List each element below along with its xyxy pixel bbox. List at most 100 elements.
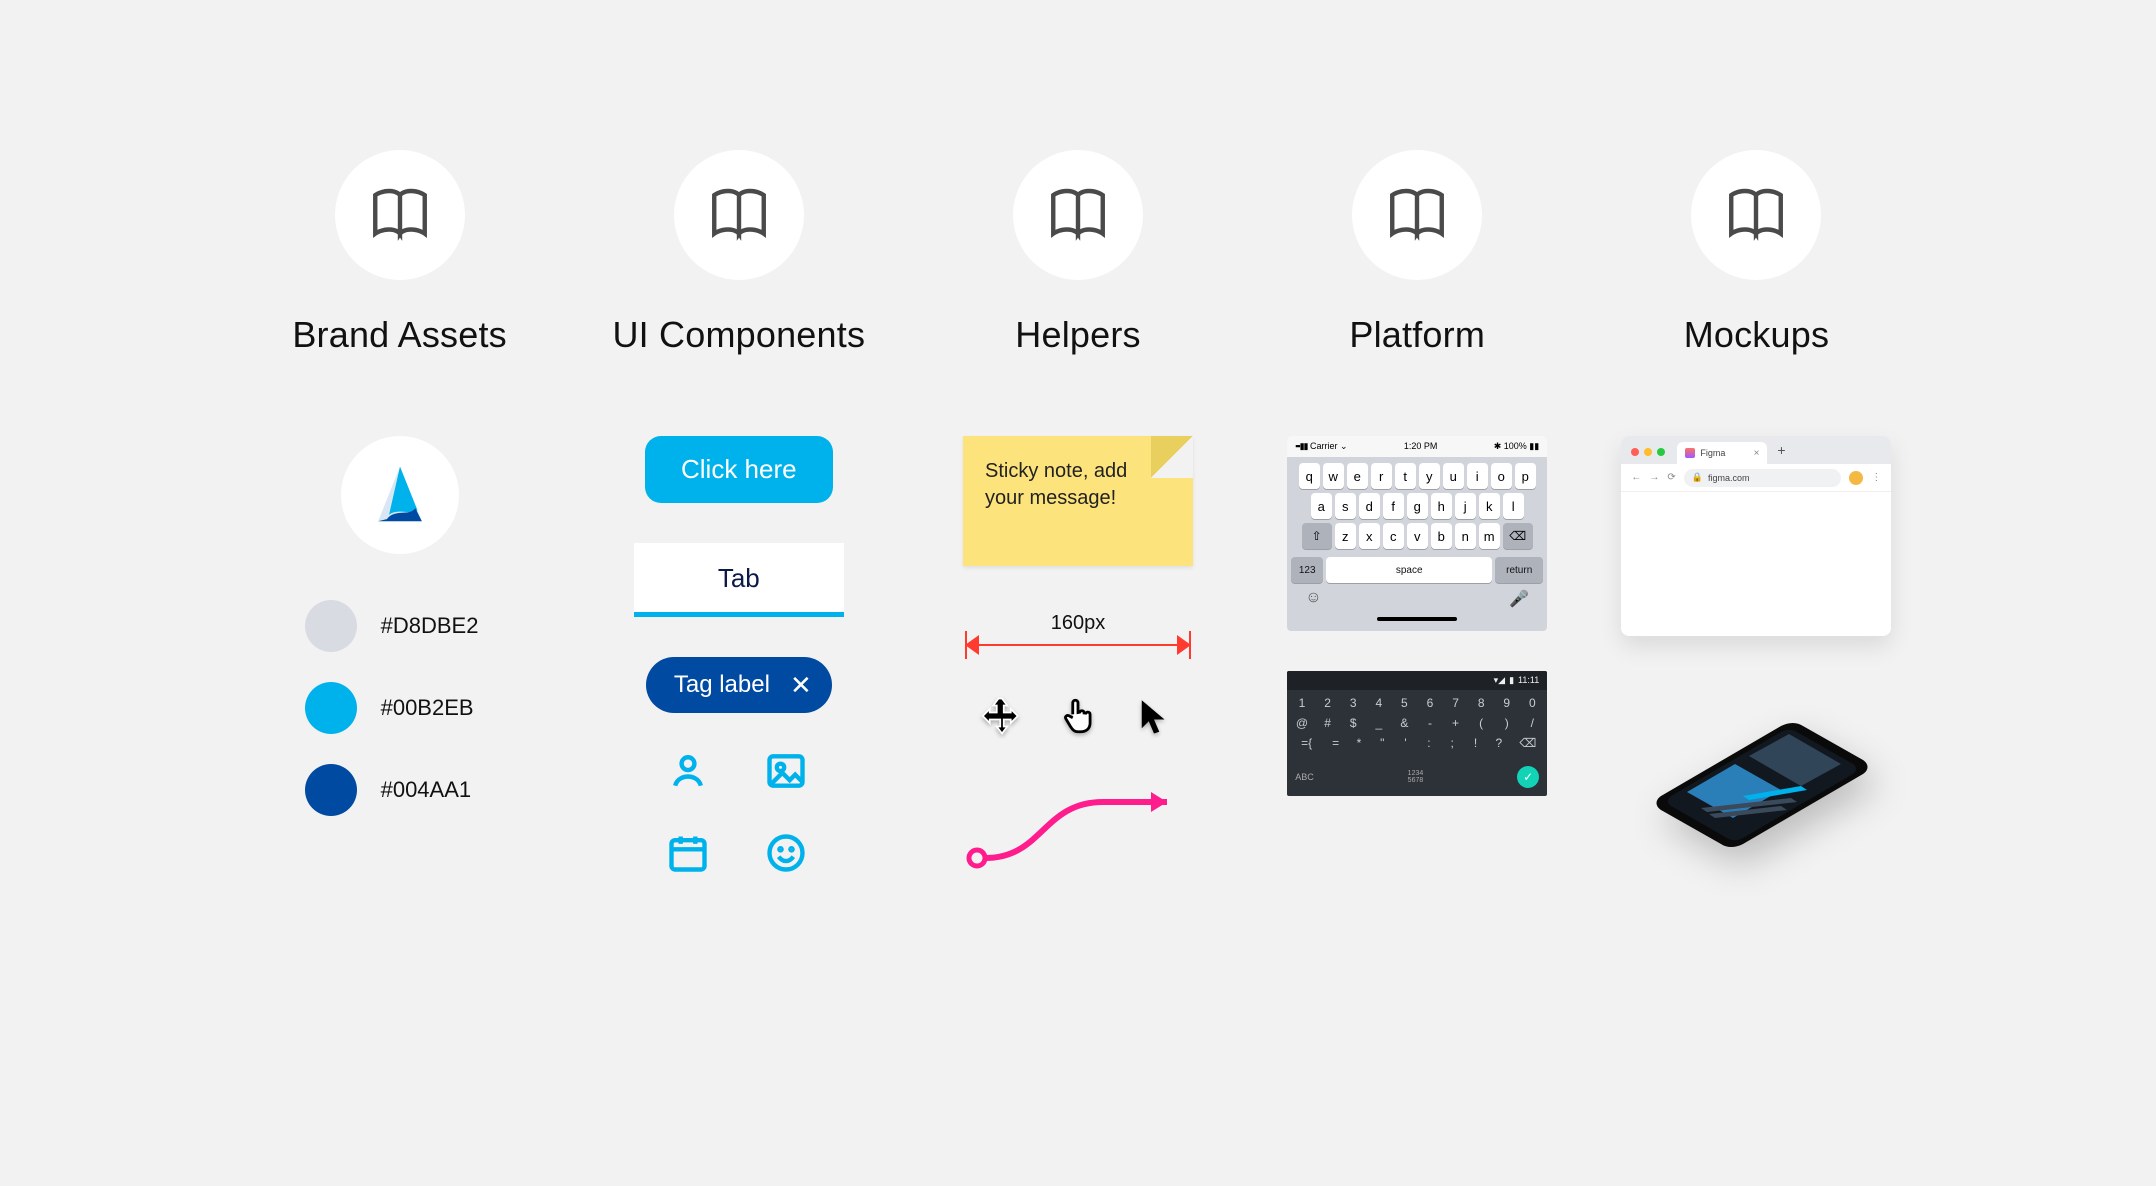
browser-mockup[interactable]: Figma × + ← → ⟳ 🔒 figma.com bbox=[1621, 436, 1891, 636]
keyboard-key[interactable]: a bbox=[1311, 493, 1332, 519]
sticky-note[interactable]: Sticky note, add your message! bbox=[963, 436, 1193, 566]
tab[interactable]: Tab bbox=[634, 543, 844, 617]
keyboard-key[interactable]: ! bbox=[1468, 736, 1483, 750]
numbers-key[interactable]: 123 bbox=[1291, 557, 1323, 583]
minimize-window-icon[interactable] bbox=[1644, 448, 1652, 456]
shift-key[interactable]: ⇧ bbox=[1302, 523, 1332, 549]
browser-tab[interactable]: Figma × bbox=[1677, 442, 1767, 464]
emoji-key[interactable]: ☺ bbox=[1305, 589, 1321, 609]
color-swatch[interactable] bbox=[305, 600, 357, 652]
keyboard-key[interactable]: 5 bbox=[1396, 696, 1414, 710]
reload-icon[interactable]: ⟳ bbox=[1667, 472, 1675, 483]
address-bar[interactable]: 🔒 figma.com bbox=[1684, 469, 1842, 487]
keyboard-key[interactable]: 7 bbox=[1447, 696, 1465, 710]
phone-perspective-mockup[interactable] bbox=[1631, 686, 1881, 856]
abc-key[interactable]: ABC bbox=[1295, 772, 1314, 782]
tag-chip[interactable]: Tag label ✕ bbox=[646, 657, 832, 713]
color-swatch-row[interactable]: #00B2EB bbox=[305, 682, 495, 734]
keyboard-key[interactable]: 4 bbox=[1370, 696, 1388, 710]
keyboard-key[interactable]: e bbox=[1347, 463, 1368, 489]
keyboard-key[interactable]: b bbox=[1431, 523, 1452, 549]
keyboard-key[interactable]: u bbox=[1443, 463, 1464, 489]
keyboard-key[interactable]: 1 bbox=[1293, 696, 1311, 710]
close-tab-icon[interactable]: × bbox=[1754, 448, 1760, 459]
symbols-key[interactable]: ={ bbox=[1293, 736, 1320, 750]
keyboard-key[interactable]: w bbox=[1323, 463, 1344, 489]
keyboard-key[interactable]: 9 bbox=[1498, 696, 1516, 710]
keyboard-key[interactable]: v bbox=[1407, 523, 1428, 549]
keyboard-key[interactable]: : bbox=[1421, 736, 1436, 750]
mic-key[interactable]: 🎤 bbox=[1509, 589, 1529, 609]
android-keyboard[interactable]: ▾◢ ▮ 11:11 1234567890 @#$_&-+()/ ={ =*"'… bbox=[1287, 671, 1547, 796]
keyboard-key[interactable]: + bbox=[1447, 716, 1465, 730]
keyboard-key[interactable]: q bbox=[1299, 463, 1320, 489]
keyboard-key[interactable]: @ bbox=[1293, 716, 1311, 730]
keyboard-key[interactable]: x bbox=[1359, 523, 1380, 549]
forward-icon[interactable]: → bbox=[1649, 472, 1659, 483]
return-key[interactable]: return bbox=[1495, 557, 1543, 583]
keyboard-key[interactable]: 0 bbox=[1524, 696, 1542, 710]
user-icon[interactable] bbox=[666, 749, 714, 797]
keyboard-key[interactable]: h bbox=[1431, 493, 1452, 519]
ios-keyboard[interactable]: ▪▪▮▮ Carrier ⌄ 1:20 PM ✱ 100% ▮▮ qwertyu… bbox=[1287, 436, 1547, 631]
keyboard-key[interactable]: s bbox=[1335, 493, 1356, 519]
keyboard-key[interactable]: $ bbox=[1344, 716, 1362, 730]
keyboard-key[interactable]: i bbox=[1467, 463, 1488, 489]
keyboard-key[interactable]: / bbox=[1524, 716, 1542, 730]
color-swatch-row[interactable]: #004AA1 bbox=[305, 764, 495, 816]
zoom-window-icon[interactable] bbox=[1657, 448, 1665, 456]
close-icon[interactable]: ✕ bbox=[790, 672, 812, 698]
menu-icon[interactable]: ⋮ bbox=[1871, 472, 1881, 483]
keyboard-key[interactable]: 6 bbox=[1421, 696, 1439, 710]
keyboard-key[interactable]: d bbox=[1359, 493, 1380, 519]
keyboard-key[interactable]: & bbox=[1396, 716, 1414, 730]
keyboard-key[interactable]: g bbox=[1407, 493, 1428, 519]
keyboard-key[interactable]: j bbox=[1455, 493, 1476, 519]
keyboard-key[interactable]: ' bbox=[1398, 736, 1413, 750]
smile-icon[interactable] bbox=[764, 831, 812, 879]
keyboard-key[interactable]: " bbox=[1375, 736, 1390, 750]
keyboard-key[interactable]: y bbox=[1419, 463, 1440, 489]
keyboard-key[interactable]: c bbox=[1383, 523, 1404, 549]
keyboard-key[interactable]: _ bbox=[1370, 716, 1388, 730]
keyboard-key[interactable]: # bbox=[1319, 716, 1337, 730]
keyboard-key[interactable]: ? bbox=[1491, 736, 1506, 750]
keyboard-key[interactable]: p bbox=[1515, 463, 1536, 489]
keyboard-key[interactable]: l bbox=[1503, 493, 1524, 519]
keyboard-key[interactable]: f bbox=[1383, 493, 1404, 519]
space-key[interactable]: space bbox=[1326, 557, 1492, 583]
new-tab-button[interactable]: + bbox=[1771, 442, 1791, 464]
keyboard-key[interactable]: ( bbox=[1472, 716, 1490, 730]
keyboard-key[interactable]: n bbox=[1455, 523, 1476, 549]
keyboard-key[interactable]: ; bbox=[1445, 736, 1460, 750]
keyboard-key[interactable]: * bbox=[1351, 736, 1366, 750]
backspace-key[interactable]: ⌫ bbox=[1503, 523, 1533, 549]
close-window-icon[interactable] bbox=[1631, 448, 1639, 456]
book-icon bbox=[1384, 180, 1450, 251]
keyboard-key[interactable]: r bbox=[1371, 463, 1392, 489]
backspace-key[interactable]: ⌫ bbox=[1514, 736, 1541, 750]
calendar-icon[interactable] bbox=[666, 831, 714, 879]
keyboard-key[interactable]: ) bbox=[1498, 716, 1516, 730]
keyboard-key[interactable]: 3 bbox=[1344, 696, 1362, 710]
brand-logo[interactable] bbox=[341, 436, 459, 554]
window-traffic-lights[interactable] bbox=[1627, 448, 1665, 464]
keyboard-key[interactable]: o bbox=[1491, 463, 1512, 489]
send-key[interactable]: ✓ bbox=[1517, 766, 1539, 788]
profile-avatar[interactable] bbox=[1849, 471, 1863, 485]
signal-icon: ▾◢ bbox=[1494, 675, 1505, 686]
keyboard-key[interactable]: = bbox=[1328, 736, 1343, 750]
keyboard-key[interactable]: k bbox=[1479, 493, 1500, 519]
color-swatch[interactable] bbox=[305, 764, 357, 816]
keyboard-key[interactable]: t bbox=[1395, 463, 1416, 489]
keyboard-key[interactable]: z bbox=[1335, 523, 1356, 549]
back-icon[interactable]: ← bbox=[1631, 472, 1641, 483]
keyboard-key[interactable]: 2 bbox=[1319, 696, 1337, 710]
color-swatch-row[interactable]: #D8DBE2 bbox=[305, 600, 495, 652]
color-swatch[interactable] bbox=[305, 682, 357, 734]
primary-button[interactable]: Click here bbox=[645, 436, 833, 503]
image-icon[interactable] bbox=[764, 749, 812, 797]
keyboard-key[interactable]: - bbox=[1421, 716, 1439, 730]
keyboard-key[interactable]: 8 bbox=[1472, 696, 1490, 710]
keyboard-key[interactable]: m bbox=[1479, 523, 1500, 549]
